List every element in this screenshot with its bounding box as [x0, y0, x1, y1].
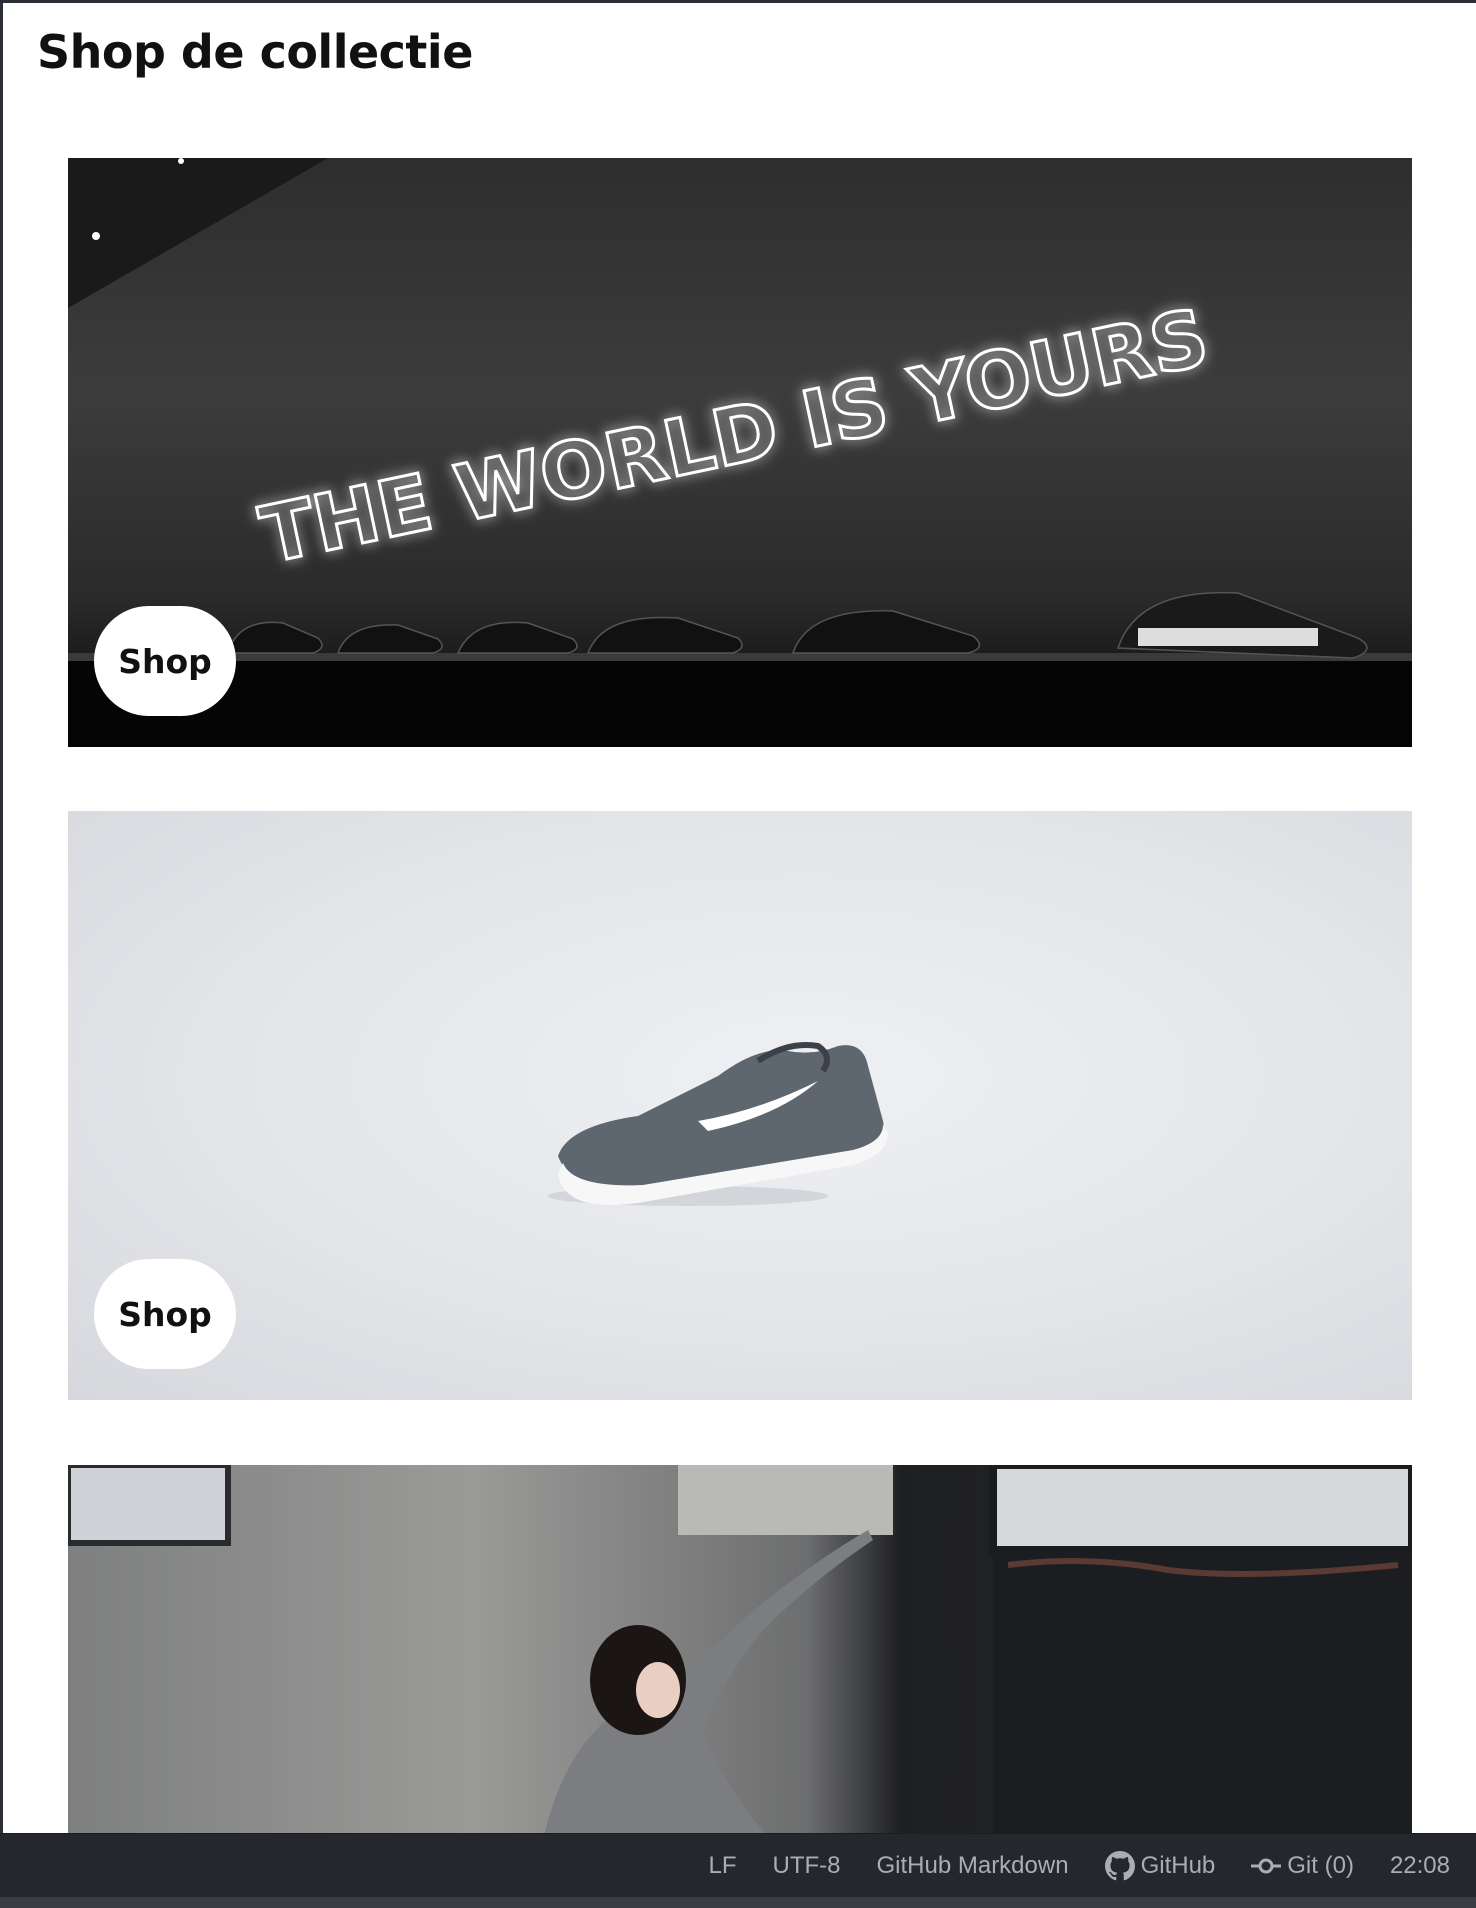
markdown-preview[interactable]: Shop de collectie THE WORLD IS YOURS Sho…	[3, 3, 1476, 1833]
status-bar: LF UTF-8 GitHub Markdown GitHub Git (0) …	[0, 1833, 1476, 1897]
git-commit-icon	[1251, 1858, 1282, 1873]
collection-card-2: Shop	[68, 811, 1412, 1400]
line-ending-indicator[interactable]: LF	[708, 1852, 736, 1880]
collection-card-1: THE WORLD IS YOURS Shop	[68, 158, 1412, 747]
github-label: GitHub	[1140, 1851, 1216, 1879]
git-button[interactable]: Git (0)	[1251, 1852, 1354, 1880]
shop-button[interactable]: Shop	[94, 606, 236, 716]
clock: 22:08	[1389, 1851, 1450, 1879]
neon-sign-image: THE WORLD IS YOURS	[68, 158, 1412, 747]
github-icon	[1104, 1850, 1135, 1880]
git-label: Git (0)	[1287, 1851, 1354, 1879]
sneaker-image	[548, 1042, 888, 1206]
github-button[interactable]: GitHub	[1104, 1850, 1216, 1881]
encoding-indicator[interactable]: UTF-8	[772, 1852, 840, 1880]
yoga-image	[68, 1465, 1412, 1833]
neon-text: THE WORLD IS YOURS	[253, 293, 1216, 582]
editor-window: Shop de collectie THE WORLD IS YOURS Sho…	[0, 0, 1476, 1908]
grammar-selector[interactable]: GitHub Markdown	[876, 1852, 1068, 1880]
window-bottom-edge	[0, 1897, 1476, 1908]
collection-card-3	[68, 1465, 1412, 1833]
shop-button[interactable]: Shop	[94, 1259, 236, 1369]
page-title: Shop de collectie	[37, 25, 473, 79]
